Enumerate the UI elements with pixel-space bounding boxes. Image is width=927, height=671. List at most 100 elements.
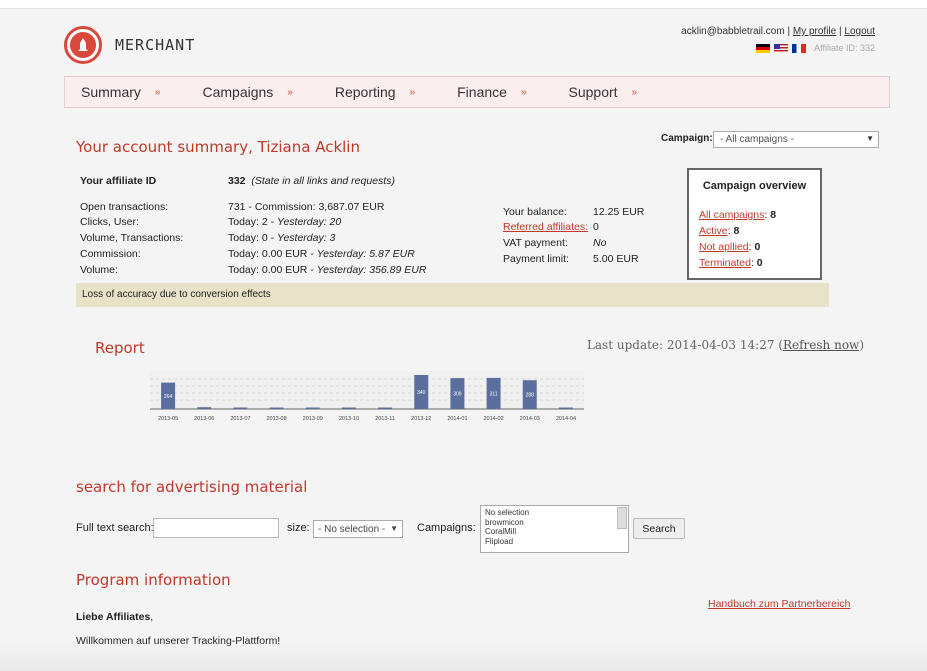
open-transactions-label: Open transactions: <box>80 201 169 213</box>
balance-label: Your balance: <box>503 206 567 218</box>
french-flag-icon[interactable] <box>792 43 807 53</box>
chart-bar[interactable] <box>233 407 248 410</box>
campaign-option[interactable]: Flipload <box>485 537 624 547</box>
not-applied-link[interactable]: Not apllied <box>699 241 749 253</box>
campaign-option[interactable]: No selection <box>485 508 624 518</box>
german-flag-icon[interactable] <box>756 43 771 53</box>
overview-not-applied: Not apllied: 0 <box>699 241 761 253</box>
overview-all-campaigns: All campaigns: 8 <box>699 209 777 221</box>
chart-bar[interactable] <box>305 407 320 410</box>
merchant-logo-icon[interactable] <box>64 26 102 64</box>
commission-label: Commission: <box>80 248 141 260</box>
dropdown-arrow-icon: ▼ <box>390 524 398 533</box>
chart-bar[interactable] <box>341 407 356 410</box>
handbuch-link[interactable]: Handbuch zum Partnerbereich <box>708 598 850 610</box>
referred-affiliates-link[interactable]: Referred affiliates: <box>503 221 588 233</box>
campaign-option[interactable]: CoralMill <box>485 527 624 537</box>
report-title: Report <box>95 339 145 357</box>
open-transactions-value: 731 - Commission: 3,687.07 EUR <box>228 201 385 213</box>
chart-bar[interactable] <box>378 407 393 410</box>
chevron-down-icon: » <box>409 86 416 98</box>
dropdown-arrow-icon: ▼ <box>866 134 874 143</box>
payment-limit-value: 5.00 EUR <box>593 253 639 265</box>
refresh-now-link[interactable]: Refresh now <box>783 338 859 352</box>
overview-active: Active: 8 <box>699 225 740 237</box>
x-tick-label: 2013-09 <box>303 416 323 422</box>
program-info-title: Program information <box>76 571 231 589</box>
clicks-label: Clicks, User: <box>80 216 139 228</box>
bottom-fade <box>0 641 927 671</box>
active-link[interactable]: Active <box>699 225 728 237</box>
x-tick-label: 2013-06 <box>194 416 214 422</box>
size-select[interactable]: - No selection - ▼ <box>313 520 403 538</box>
nav-support[interactable]: Support» <box>569 84 638 100</box>
campaigns-multiselect[interactable]: No selection browmicon CoralMill Fliploa… <box>480 505 629 553</box>
chevron-down-icon: » <box>154 86 161 98</box>
size-label: size: <box>287 522 310 534</box>
x-tick-label: 2014-04 <box>556 416 576 422</box>
campaign-select[interactable]: - All campaigns - ▼ <box>713 131 879 148</box>
volume-label: Volume: <box>80 264 118 276</box>
x-tick-label: 2014-03 <box>520 416 540 422</box>
chevron-down-icon: » <box>287 86 293 98</box>
greeting-text: Liebe Affiliates, <box>76 611 154 623</box>
x-tick-label: 2013-10 <box>339 416 359 422</box>
x-tick-label: 2013-07 <box>230 416 250 422</box>
volume-transactions-label: Volume, Transactions: <box>80 232 184 244</box>
nav-finance[interactable]: Finance» <box>457 84 526 100</box>
us-flag-icon[interactable] <box>774 43 789 53</box>
fulltext-search-input[interactable] <box>153 518 279 538</box>
x-tick-label: 2013-08 <box>266 416 286 422</box>
account-summary-title: Your account summary, Tiziana Acklin <box>76 138 360 156</box>
affiliate-id-header: Affiliate ID: 332 <box>814 43 875 53</box>
user-email: acklin@babbletrail.com <box>681 26 785 37</box>
chevron-down-icon: » <box>631 86 638 98</box>
campaign-overview-title: Campaign overview <box>702 180 807 192</box>
overview-terminated: Terminated: 0 <box>699 257 763 269</box>
affiliate-id-label: Your affiliate ID <box>80 175 157 187</box>
commission-value: Today: 0.00 EUR - Yesterday: 5.87 EUR <box>228 248 415 260</box>
search-section-title: search for advertising material <box>76 478 308 496</box>
balance-value: 12.25 EUR <box>593 206 645 218</box>
x-tick-label: 2013-12 <box>411 416 431 422</box>
bar-data-label: 264 <box>164 394 173 400</box>
nav-reporting[interactable]: Reporting» <box>335 84 415 100</box>
all-campaigns-link[interactable]: All campaigns <box>699 209 764 221</box>
scrollbar-thumb[interactable] <box>617 507 627 529</box>
x-tick-label: 2013-11 <box>375 416 395 422</box>
user-line: acklin@babbletrail.com | My profile | Lo… <box>681 26 875 37</box>
chart-plot-area <box>150 371 584 409</box>
nav-summary[interactable]: Summary» <box>81 84 160 100</box>
vat-payment-label: VAT payment: <box>503 237 568 249</box>
top-bar <box>0 0 927 9</box>
chart-bar[interactable] <box>558 407 573 410</box>
nav-campaigns[interactable]: Campaigns» <box>202 84 292 100</box>
bar-data-label: 309 <box>453 392 462 398</box>
referred-affiliates-value: 0 <box>593 221 599 233</box>
last-update: Last update: 2014-04-03 14:27 (Refresh n… <box>586 338 864 352</box>
fulltext-search-label: Full text search: <box>76 522 154 534</box>
x-tick-label: 2014-02 <box>483 416 503 422</box>
bar-data-label: 311 <box>490 391 498 397</box>
volume-value: Today: 0.00 EUR - Yesterday: 356.89 EUR <box>228 264 427 276</box>
clicks-value: Today: 2 - Yesterday: 20 <box>228 216 342 228</box>
campaign-label: Campaign: <box>661 133 713 144</box>
vat-payment-value: No <box>593 237 607 249</box>
chart-bar[interactable] <box>269 407 284 410</box>
logout-link[interactable]: Logout <box>844 26 875 37</box>
report-bar-chart: 264 2013-05 2013-06 2013-07 2013-08 2013-09 20… <box>150 371 584 422</box>
brand-name: MERCHANT <box>115 36 196 54</box>
terminated-link[interactable]: Terminated <box>699 257 751 269</box>
volume-transactions-value: Today: 0 - Yesterday: 3 <box>228 232 336 244</box>
chart-bar[interactable] <box>197 407 212 409</box>
search-button[interactable]: Search <box>633 518 685 539</box>
payment-limit-label: Payment limit: <box>503 253 569 265</box>
conversion-notice: Loss of accuracy due to conversion effec… <box>76 283 829 307</box>
campaign-overview-box: Campaign overview All campaigns: 8 Activ… <box>687 168 822 280</box>
bar-data-label: 340 <box>417 390 426 396</box>
my-profile-link[interactable]: My profile <box>793 26 836 37</box>
chevron-down-icon: » <box>520 86 527 98</box>
language-flags: Affiliate ID: 332 <box>756 43 875 53</box>
campaign-option[interactable]: browmicon <box>485 518 624 528</box>
bar-data-label: 288 <box>526 393 535 399</box>
